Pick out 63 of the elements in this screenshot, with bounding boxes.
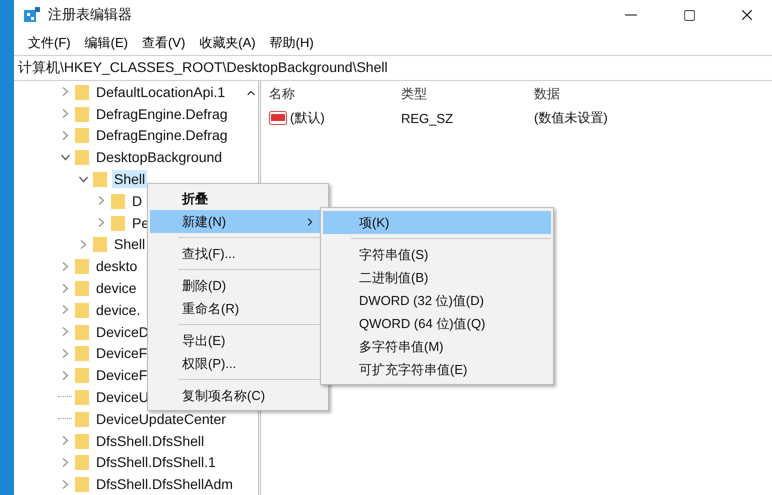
tree-item[interactable]: device.	[58, 298, 142, 321]
tree-item[interactable]: DefragEngine.Defrag	[58, 102, 230, 125]
tree-item[interactable]: Shell	[76, 168, 148, 190]
column-header[interactable]: 名称	[269, 85, 401, 103]
tree-item[interactable]: DfsShell.DfsShell	[58, 430, 206, 452]
menu-bar-item[interactable]: 文件(F)	[22, 32, 77, 54]
tree-item[interactable]: D	[94, 190, 144, 212]
menu-item[interactable]: DWORD (32 位)值(D)	[323, 289, 551, 312]
table-cell: (默认)	[290, 109, 325, 127]
column-header[interactable]: 类型	[401, 85, 534, 103]
menu-item[interactable]: 字符串值(S)	[323, 243, 551, 266]
menu-item[interactable]: QWORD (64 位)值(Q)	[323, 312, 551, 335]
menu-bar-item[interactable]: 查看(V)	[136, 32, 192, 54]
menu-bar-item[interactable]: 收藏夹(A)	[193, 32, 262, 54]
column-header[interactable]: 数据	[534, 85, 764, 103]
maximize-icon	[682, 8, 696, 22]
menu-bar-item[interactable]: 编辑(E)	[78, 32, 134, 54]
folder-icon	[75, 127, 89, 144]
tree-item[interactable]: Shell	[76, 234, 148, 256]
folder-icon	[75, 258, 89, 274]
menu-item[interactable]: 二进制值(B)	[323, 266, 551, 289]
folder-icon	[75, 106, 89, 122]
folder-icon	[111, 192, 125, 209]
menu-bar-item[interactable]: 帮助(H)	[264, 32, 320, 54]
tree-item[interactable]: DfsShell.DfsShell.1	[58, 452, 218, 474]
table-cell-text: REG_SZ	[401, 110, 454, 126]
folder-icon	[75, 324, 89, 340]
folder-icon	[75, 389, 89, 406]
menu-item[interactable]: 项(K)	[323, 211, 551, 234]
menu-item[interactable]: 折叠	[150, 187, 326, 210]
folder-icon	[93, 236, 107, 252]
folder-icon	[75, 280, 89, 296]
folder-icon	[111, 214, 125, 231]
menu-item[interactable]: 可扩充字符串值(E)	[323, 358, 551, 381]
address-bar[interactable]: 计算机\HKEY_CLASSES_ROOT\DesktopBackground\Shell	[14, 55, 772, 81]
folder-icon	[75, 476, 89, 492]
folder-icon	[93, 171, 107, 188]
tree-item[interactable]: deskto	[58, 255, 140, 278]
folder-icon	[75, 432, 89, 449]
folder-icon	[75, 410, 89, 427]
registry-icon	[24, 7, 40, 23]
tree-item[interactable]: DeviceD	[58, 320, 151, 343]
folder-icon	[75, 367, 89, 384]
table-cell-text: (数值未设置)	[534, 109, 609, 127]
tree-item[interactable]: DfsShell.DfsShellAdm	[58, 473, 235, 495]
folder-icon	[75, 302, 89, 318]
tree-item[interactable]: DeviceF	[58, 342, 150, 364]
folder-icon	[75, 345, 89, 362]
tree-item[interactable]: DeviceF	[58, 364, 150, 386]
tree-item[interactable]: DesktopBackground	[58, 146, 224, 168]
folder-icon	[75, 84, 89, 100]
minimize-icon	[625, 14, 637, 16]
window-title: 注册表编辑器	[48, 6, 133, 24]
menu-item[interactable]: 多字符串值(M)	[323, 335, 551, 358]
tree-item[interactable]: DeviceU	[58, 386, 151, 408]
tree-item[interactable]: DefaultLocationApi.1	[58, 81, 228, 103]
string-value-icon	[269, 111, 287, 125]
menu-item[interactable]: 复制项名称(C)	[150, 384, 326, 407]
tree-item[interactable]: DeviceUpdateCenter	[58, 408, 228, 430]
tree-item[interactable]: DefragEngine.Defrag	[58, 124, 230, 146]
tree-item[interactable]: device	[58, 277, 138, 299]
folder-icon	[75, 149, 89, 166]
folder-icon	[75, 454, 89, 470]
